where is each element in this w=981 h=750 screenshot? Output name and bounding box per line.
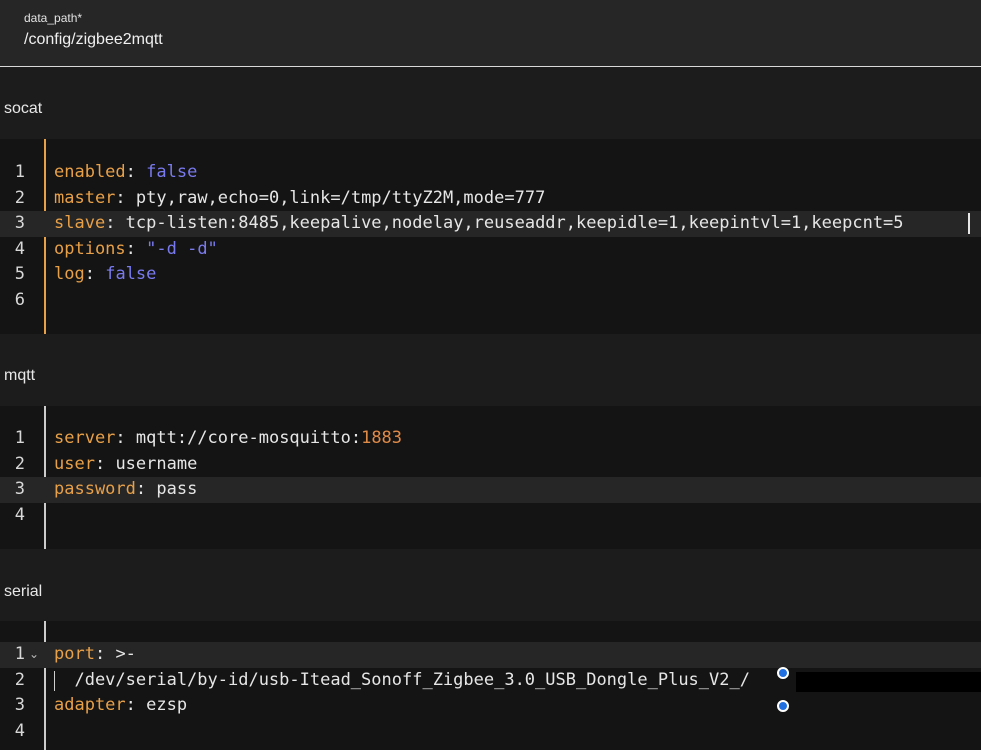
fold-chevron-icon[interactable]: ⌄ xyxy=(29,642,39,668)
mqtt-code-editor[interactable]: 1 server: mqtt://core-mosquitto:1883 2 user… xyxy=(0,406,981,549)
yaml-key: user xyxy=(54,453,95,474)
yaml-separator: : xyxy=(125,162,147,182)
line-number: 1 xyxy=(14,644,25,664)
code-line[interactable]: 3 adapter: ezsp xyxy=(0,693,981,719)
yaml-key: log xyxy=(54,264,85,284)
code-line[interactable]: 4 options: "-d -d" xyxy=(0,237,981,263)
code-text: /dev/serial/by-id/usb-Itead_Sonoff_Zigbe… xyxy=(54,668,750,694)
code-line[interactable]: 1 ⌄ port: >- xyxy=(0,642,981,668)
data-path-label: data_path* xyxy=(24,11,83,25)
yaml-key: password xyxy=(54,479,136,499)
section-title-socat: socat xyxy=(4,100,43,117)
code-line[interactable]: 5 log: false xyxy=(0,262,981,288)
text-cursor xyxy=(968,213,970,234)
yaml-separator: : xyxy=(115,428,136,448)
line-number: 2 xyxy=(14,669,25,690)
yaml-separator: : xyxy=(125,238,147,259)
section-title-serial: serial xyxy=(4,583,43,600)
code-line[interactable]: 2 master: pty,raw,echo=0,link=/tmp/ttyZ2M… xyxy=(0,186,981,212)
line-number: 2 xyxy=(14,187,25,208)
yaml-separator: : xyxy=(105,213,126,233)
line-number: 6 xyxy=(14,289,25,310)
yaml-value: "-d -d" xyxy=(146,238,218,259)
data-path-field[interactable]: data_path* /config/zigbee2mqtt xyxy=(0,0,981,67)
yaml-separator: : xyxy=(135,479,157,499)
yaml-separator: : xyxy=(94,644,116,664)
code-text: master: pty,raw,echo=0,link=/tmp/ttyZ2M,… xyxy=(54,186,545,212)
yaml-value: username xyxy=(115,453,198,474)
code-line[interactable]: 3 slave: tcp-listen:8485,keepalive,nodela… xyxy=(0,211,981,237)
code-text: server: mqtt://core-mosquitto:1883 xyxy=(54,426,402,452)
selection-start-handle[interactable] xyxy=(777,667,789,679)
yaml-number: 1883 xyxy=(361,428,403,448)
code-line[interactable]: 1 server: mqtt://core-mosquitto:1883 xyxy=(0,426,981,452)
yaml-value: ezsp xyxy=(146,695,188,715)
yaml-value: >- xyxy=(115,644,136,664)
line-number: 4 xyxy=(14,504,25,525)
code-line[interactable]: 4 xyxy=(0,719,981,745)
yaml-key: port xyxy=(54,644,95,664)
code-text: enabled: false xyxy=(54,160,197,186)
redacted-region xyxy=(796,671,981,692)
line-number: 4 xyxy=(14,238,25,259)
yaml-key: master xyxy=(54,187,116,208)
line-number: 1 xyxy=(14,162,25,182)
code-line[interactable]: 2 user: username xyxy=(0,452,981,478)
yaml-value: pass xyxy=(156,479,198,499)
yaml-separator: : xyxy=(84,264,106,284)
yaml-key: enabled xyxy=(54,162,126,182)
line-number: 1 xyxy=(14,428,25,448)
line-number: 5 xyxy=(14,264,25,284)
line-number: 3 xyxy=(14,479,25,499)
yaml-value: pty,raw,echo=0,link=/tmp/ttyZ2M,mode=777 xyxy=(135,187,546,208)
yaml-value: /dev/serial/by-id/usb-Itead_Sonoff_Zigbe… xyxy=(54,669,750,690)
section-title-mqtt: mqtt xyxy=(4,367,36,384)
yaml-separator: : xyxy=(94,453,116,474)
line-number: 2 xyxy=(14,453,25,474)
code-text: adapter: ezsp xyxy=(54,693,187,719)
yaml-value: mqtt://core-mosquitto: xyxy=(135,428,362,448)
yaml-key: slave xyxy=(54,213,106,233)
yaml-key: server xyxy=(54,428,116,448)
code-line[interactable]: 6 xyxy=(0,288,981,314)
code-line[interactable]: 4 xyxy=(0,503,981,529)
yaml-value: false xyxy=(105,264,157,284)
line-number: 3 xyxy=(14,213,25,233)
data-path-input[interactable]: /config/zigbee2mqtt xyxy=(24,31,163,49)
yaml-value: tcp-listen:8485,keepalive,nodelay,reusea… xyxy=(125,213,904,233)
code-text: user: username xyxy=(54,452,197,478)
yaml-key: adapter xyxy=(54,695,126,715)
yaml-value: false xyxy=(146,162,198,182)
code-text: log: false xyxy=(54,262,156,288)
code-line[interactable]: 1 enabled: false xyxy=(0,160,981,186)
code-text: port: >- xyxy=(54,642,136,668)
yaml-separator: : xyxy=(115,187,136,208)
serial-code-editor[interactable]: 1 ⌄ port: >- 2 /dev/serial/by-id/usb-Itead_… xyxy=(0,621,981,750)
selection-end-handle[interactable] xyxy=(777,700,789,712)
yaml-key: options xyxy=(54,238,126,259)
line-number: 4 xyxy=(14,720,25,741)
code-text: slave: tcp-listen:8485,keepalive,nodelay… xyxy=(54,211,904,237)
code-text: options: "-d -d" xyxy=(54,237,218,263)
line-number: 3 xyxy=(14,695,25,715)
code-text: password: pass xyxy=(54,477,197,503)
socat-code-editor[interactable]: 1 enabled: false 2 master: pty,raw,echo=0,l… xyxy=(0,139,981,334)
yaml-separator: : xyxy=(125,695,147,715)
indent-guide xyxy=(54,670,55,691)
code-line[interactable]: 3 password: pass xyxy=(0,477,981,503)
